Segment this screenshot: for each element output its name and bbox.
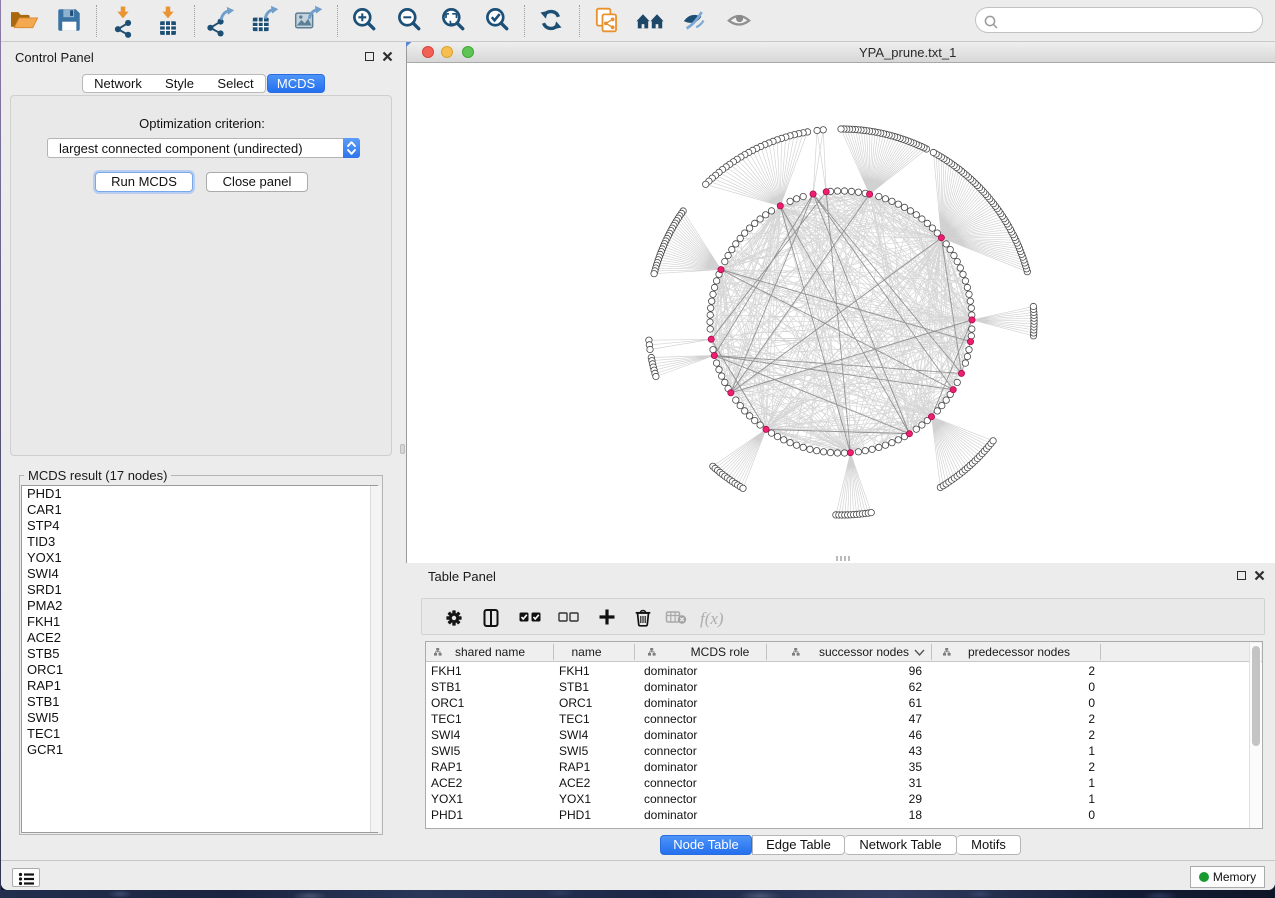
svg-text:f(x): f(x) xyxy=(700,609,724,628)
